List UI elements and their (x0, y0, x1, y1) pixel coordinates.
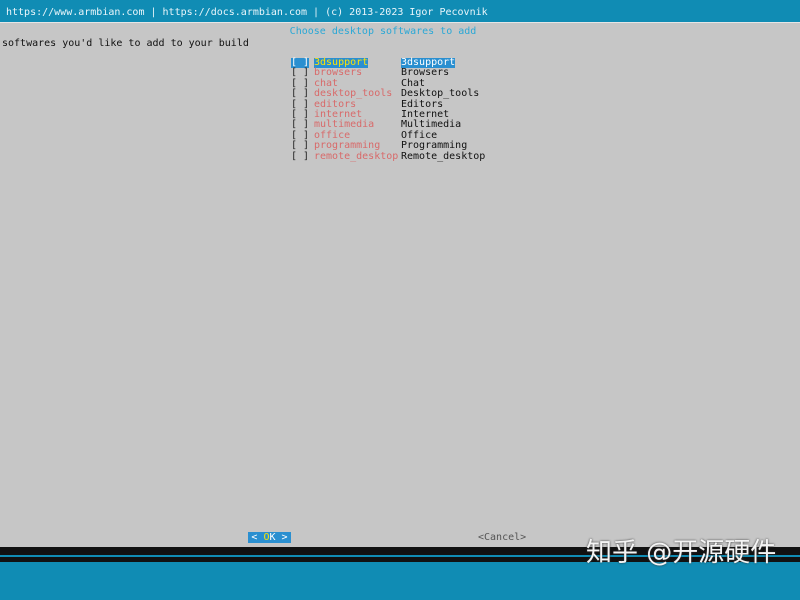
dialog-title: Choose desktop softwares to add (289, 26, 477, 37)
checkbox[interactable]: [ ] (291, 140, 309, 151)
ok-button[interactable]: < OK > (248, 532, 291, 543)
item-tag: remote_desktop (314, 150, 399, 162)
checklist-dialog: Choose desktop softwares to add software… (0, 22, 800, 548)
dialog-prompt: softwares you'd like to add to your buil… (2, 38, 249, 49)
backtitle-bar: https://www.armbian.com | https://docs.a… (0, 4, 800, 22)
software-checklist: [ ] 3dsupport 3dsupport[ ] browsers Browsers… (291, 57, 591, 162)
backtitle: https://www.armbian.com | https://docs.a… (6, 7, 488, 18)
checklist-item-programming[interactable]: [ ] programming Programming (291, 140, 591, 152)
terminal-screen: https://www.armbian.com | https://docs.a… (0, 0, 800, 600)
checkbox[interactable]: [ ] (291, 151, 309, 162)
cancel-button[interactable]: <Cancel> (478, 532, 526, 543)
item-tag: programming (314, 140, 381, 152)
item-description: Programming (401, 140, 468, 152)
watermark: 知乎 @开源硬件 (586, 538, 777, 568)
item-description: Remote_desktop (401, 150, 486, 162)
checklist-item-desktop_tools[interactable]: [ ] desktop_tools Desktop_tools (291, 88, 591, 99)
checklist-item-remote_desktop[interactable]: [ ] remote_desktop Remote_desktop (291, 150, 591, 162)
